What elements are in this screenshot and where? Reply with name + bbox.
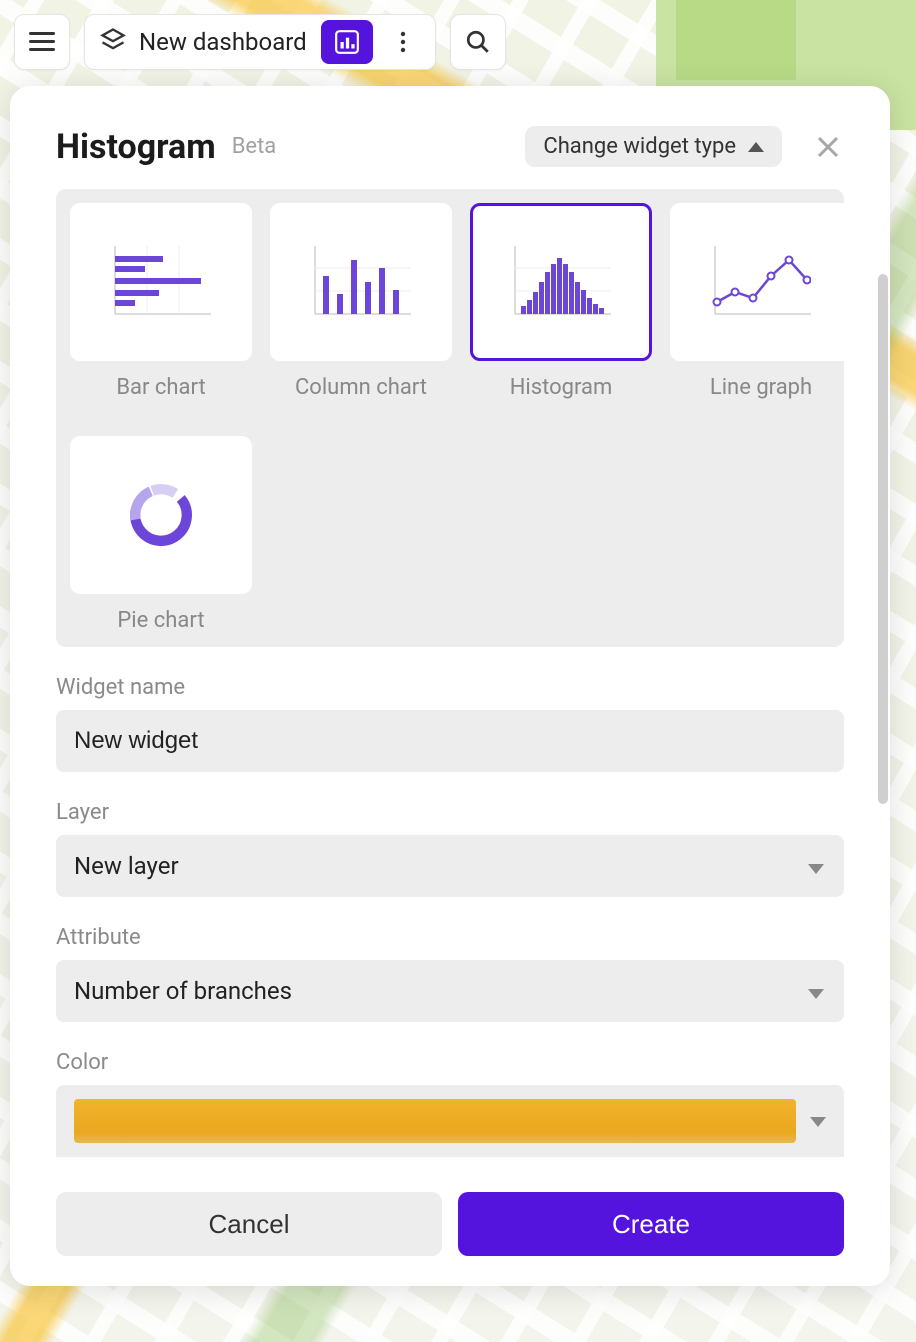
hamburger-icon — [29, 32, 55, 52]
create-button[interactable]: Create — [458, 1192, 844, 1256]
widget-type-card — [70, 436, 252, 594]
map-park-block — [676, 0, 796, 80]
widget-type-card — [670, 203, 852, 361]
change-widget-type-button[interactable]: Change widget type — [525, 126, 782, 167]
widget-name-input[interactable] — [56, 710, 844, 772]
search-button[interactable] — [450, 14, 506, 70]
widget-type-grid: Bar chart — [56, 189, 844, 647]
layer-select[interactable]: New layer — [56, 835, 844, 897]
column-chart-icon — [311, 246, 411, 318]
menu-button[interactable] — [14, 14, 70, 70]
chart-icon — [334, 29, 360, 55]
chevron-up-icon — [748, 142, 764, 152]
cancel-button[interactable]: Cancel — [56, 1192, 442, 1256]
search-icon — [465, 29, 491, 55]
widget-type-label: Column chart — [295, 375, 427, 400]
panel-title: Histogram — [56, 127, 216, 167]
color-select[interactable] — [56, 1085, 844, 1157]
widget-editor-panel: Histogram Beta Change widget type — [10, 86, 890, 1286]
dashboard-title[interactable]: New dashboard — [131, 28, 317, 56]
layer-select-value: New layer — [74, 852, 179, 880]
top-toolbar: New dashboard — [14, 14, 506, 70]
widget-type-label: Bar chart — [116, 375, 205, 400]
beta-badge: Beta — [232, 134, 277, 159]
widget-type-label: Histogram — [510, 375, 613, 400]
vertical-dots-icon — [400, 30, 406, 54]
attribute-select[interactable]: Number of branches — [56, 960, 844, 1022]
dashboard-mode-button[interactable] — [321, 20, 373, 64]
color-label: Color — [56, 1050, 844, 1075]
layers-icon[interactable] — [99, 26, 127, 58]
widget-type-option-column[interactable]: Column chart — [270, 203, 452, 400]
histogram-icon — [511, 246, 611, 318]
widget-type-option-bar[interactable]: Bar chart — [70, 203, 252, 400]
change-widget-type-label: Change widget type — [543, 134, 736, 159]
attribute-select-value: Number of branches — [74, 977, 292, 1005]
color-swatch — [74, 1099, 796, 1143]
chevron-down-icon — [808, 852, 824, 880]
widget-type-card — [470, 203, 652, 361]
widget-type-card — [70, 203, 252, 361]
attribute-label: Attribute — [56, 925, 844, 950]
more-options-button[interactable] — [377, 20, 429, 64]
widget-type-option-pie[interactable]: Pie chart — [70, 436, 252, 633]
close-icon — [817, 136, 839, 158]
widget-type-option-histogram[interactable]: Histogram — [470, 203, 652, 400]
chevron-down-icon — [810, 1112, 826, 1131]
close-button[interactable] — [812, 131, 844, 163]
widget-name-label: Widget name — [56, 675, 844, 700]
chevron-down-icon — [808, 977, 824, 1005]
widget-type-label: Pie chart — [117, 608, 204, 633]
bar-chart-icon — [111, 246, 211, 318]
pie-chart-icon — [118, 472, 204, 558]
line-graph-icon — [711, 246, 811, 318]
panel-body: Bar chart — [10, 189, 890, 1184]
widget-type-option-line[interactable]: Line graph — [670, 203, 852, 400]
panel-footer: Cancel Create — [10, 1184, 890, 1286]
dashboard-toolbar-group: New dashboard — [84, 14, 436, 70]
widget-type-card — [270, 203, 452, 361]
layer-label: Layer — [56, 800, 844, 825]
widget-type-label: Line graph — [710, 375, 812, 400]
panel-header: Histogram Beta Change widget type — [10, 86, 890, 189]
